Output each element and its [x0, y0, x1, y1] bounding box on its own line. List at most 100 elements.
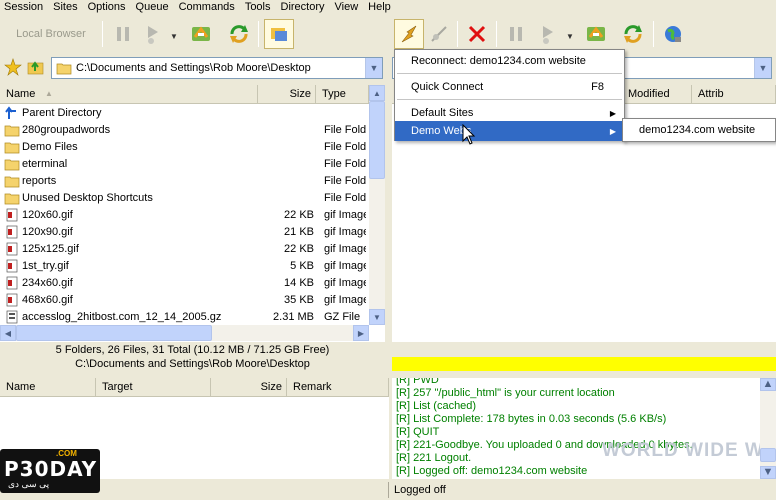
file-row[interactable]: 234x60.gif 14 KB gif Image [0, 274, 369, 291]
file-type: gif Image [324, 293, 366, 306]
up-folder-icon[interactable] [26, 58, 46, 79]
gif-file-icon [4, 259, 20, 273]
transfer-icon[interactable] [581, 19, 611, 49]
file-size: 21 KB [284, 225, 314, 238]
menu-tools[interactable]: Tools [241, 1, 277, 13]
menu-item-demo1234-website[interactable]: demo1234.com website [623, 120, 775, 140]
mouse-cursor-icon [462, 123, 476, 149]
menu-queue[interactable]: Queue [132, 1, 175, 13]
scroll-up-icon[interactable]: ▲ [369, 85, 385, 101]
menu-item-reconnect[interactable]: Reconnect: demo1234.com website [395, 51, 624, 71]
queue-column-name[interactable]: Name [0, 378, 96, 396]
stop-x-icon[interactable] [462, 19, 492, 49]
gif-file-icon [4, 276, 20, 290]
chevron-down-icon[interactable]: ▼ [566, 32, 574, 41]
local-status-summary: 5 Folders, 26 Files, 31 Total (10.12 MB … [55, 344, 330, 356]
menu-options[interactable]: Options [84, 1, 132, 13]
scroll-right-icon[interactable]: ▶ [353, 325, 369, 341]
queue-column-remark[interactable]: Remark [287, 378, 389, 396]
pause-icon[interactable] [108, 19, 138, 49]
file-row[interactable]: eterminal File Folder [0, 155, 369, 172]
file-name: eterminal [22, 157, 68, 170]
log-line: [R] 257 "/public_html" is your current l… [396, 387, 615, 399]
web-hosting-watermark: WORLD WIDE WEB HOSTING [602, 440, 776, 461]
local-browser-button[interactable]: Local Browser [6, 23, 96, 45]
folder-icon [4, 157, 20, 171]
file-type: GZ File [324, 310, 361, 323]
queue-column-size[interactable]: Size [211, 378, 287, 396]
pause-icon[interactable] [501, 19, 531, 49]
scroll-down-icon[interactable]: ▼ [760, 466, 776, 479]
play-icon[interactable] [533, 19, 563, 49]
menu-item-demo-webs[interactable]: Demo Webs ▶ [395, 121, 624, 141]
transfer-icon[interactable] [186, 19, 216, 49]
chevron-down-icon[interactable]: ▼ [365, 58, 382, 78]
favorites-star-icon[interactable] [4, 58, 22, 79]
column-attrib-header[interactable]: Attrib [692, 85, 776, 103]
chevron-down-icon[interactable]: ▼ [754, 58, 771, 78]
submenu-arrow-icon: ▶ [609, 108, 616, 118]
file-name: 468x60.gif [22, 293, 73, 306]
scroll-up-icon[interactable]: ▲ [760, 378, 776, 391]
remote-toolbar: ▼ [391, 17, 776, 53]
menu-commands[interactable]: Commands [175, 1, 241, 13]
globe-icon[interactable] [658, 19, 688, 49]
scroll-thumb[interactable] [369, 101, 385, 179]
column-size-header[interactable]: Size [258, 85, 316, 103]
log-line: [R] QUIT [396, 426, 440, 438]
local-path-text: C:\Documents and Settings\Rob Moore\Desk… [76, 62, 311, 74]
file-row[interactable]: 1st_try.gif 5 KB gif Image [0, 257, 369, 274]
file-row[interactable]: reports File Folder [0, 172, 369, 189]
file-row[interactable]: 125x125.gif 22 KB gif Image [0, 240, 369, 257]
file-type: gif Image [324, 225, 366, 238]
hscroll-thumb[interactable] [16, 325, 212, 341]
menu-directory[interactable]: Directory [277, 1, 331, 13]
refresh-icon[interactable] [618, 19, 648, 49]
file-name: 280groupadwords [22, 123, 111, 136]
menu-bar: Session Sites Options Queue Commands Too… [0, 0, 776, 14]
up-arrow-icon [4, 105, 20, 120]
connect-icon[interactable] [394, 19, 424, 49]
file-row[interactable]: Unused Desktop Shortcuts File Folder [0, 189, 369, 206]
scroll-thumb[interactable] [760, 448, 776, 462]
column-name-header[interactable]: Name ▲ [0, 85, 258, 103]
log-vscrollbar[interactable]: ▲ ▼ [760, 378, 776, 479]
log-line: [R] Logged off: demo1234.com website [396, 465, 588, 477]
column-modified-header[interactable]: Modified [622, 85, 692, 103]
menu-view[interactable]: View [331, 1, 365, 13]
folder-icon [4, 174, 20, 188]
queue-column-target[interactable]: Target [96, 378, 211, 396]
file-row[interactable]: 120x90.gif 21 KB gif Image [0, 223, 369, 240]
play-icon[interactable] [138, 19, 168, 49]
log-line: [R] List Complete: 178 bytes in 0.03 sec… [396, 413, 667, 425]
file-row[interactable]: accesslog_2hitbost.com_12_14_2005.gz 2.31… [0, 308, 369, 325]
menu-item-quick-connect[interactable]: Quick Connect F8 [395, 77, 624, 97]
transfer-progress-bar [392, 357, 776, 371]
file-row[interactable]: 280groupadwords File Folder [0, 121, 369, 138]
column-type-header[interactable]: Type [316, 85, 369, 103]
menu-session[interactable]: Session [0, 1, 49, 13]
local-vscrollbar[interactable]: ▲ ▼ [369, 85, 385, 325]
logo-text: P30DAY [4, 457, 98, 481]
refresh-icon[interactable] [224, 19, 254, 49]
menu-sites[interactable]: Sites [49, 1, 83, 13]
disconnect-plug-icon[interactable] [424, 19, 454, 49]
scroll-left-icon[interactable]: ◀ [0, 325, 16, 341]
menu-help[interactable]: Help [364, 1, 397, 13]
local-hscrollbar[interactable]: ◀ ▶ [0, 325, 369, 341]
demo-webs-submenu: demo1234.com website [622, 118, 776, 142]
local-view-icon[interactable] [264, 19, 294, 49]
menu-item-default-sites[interactable]: Default Sites ▶ [395, 103, 624, 123]
local-status-path: C:\Documents and Settings\Rob Moore\Desk… [75, 358, 310, 370]
chevron-down-icon[interactable]: ▼ [170, 32, 178, 41]
file-row[interactable]: 468x60.gif 35 KB gif Image [0, 291, 369, 308]
file-size: 2.31 MB [273, 310, 314, 323]
parent-directory-row[interactable]: Parent Directory [0, 104, 369, 121]
file-row[interactable]: Demo Files File Folder [0, 138, 369, 155]
logo-text-fa: پی سی دی [8, 479, 50, 489]
folder-icon [4, 123, 20, 137]
scroll-down-icon[interactable]: ▼ [369, 309, 385, 325]
file-name: 1st_try.gif [22, 259, 69, 272]
local-path-combo[interactable]: C:\Documents and Settings\Rob Moore\Desk… [51, 57, 383, 79]
file-row[interactable]: 120x60.gif 22 KB gif Image [0, 206, 369, 223]
